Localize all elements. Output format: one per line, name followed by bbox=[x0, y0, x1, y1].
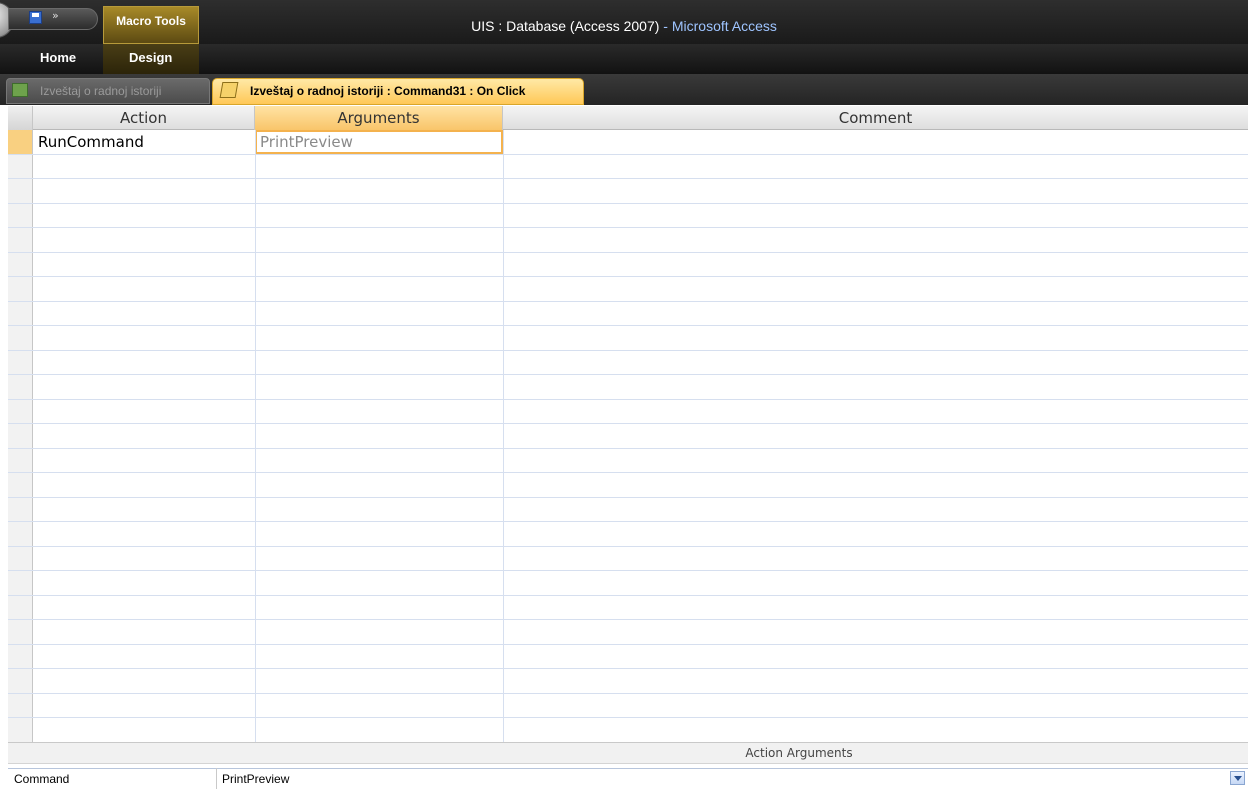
row-selector[interactable] bbox=[8, 252, 33, 276]
macro-design-grid: Action Arguments Comment RunCommand Print… bbox=[8, 106, 1248, 743]
row-selector[interactable] bbox=[8, 644, 33, 668]
table-row[interactable] bbox=[8, 522, 1248, 547]
row-selector[interactable] bbox=[8, 301, 33, 325]
row-selector[interactable] bbox=[8, 424, 33, 448]
action-arguments-title: Action Arguments bbox=[745, 746, 853, 760]
row-selector[interactable] bbox=[8, 718, 33, 742]
table-row[interactable] bbox=[8, 154, 1248, 179]
arguments-cell[interactable]: PrintPreview bbox=[260, 133, 353, 151]
window-title-document: UIS : Database (Access 2007) bbox=[471, 18, 660, 34]
document-tab-report-label: Izveštaj o radnoj istoriji bbox=[40, 84, 162, 98]
table-row[interactable]: RunCommand PrintPreview bbox=[8, 130, 1248, 155]
column-header-comment[interactable]: Comment bbox=[503, 106, 1248, 130]
row-selector[interactable] bbox=[8, 522, 33, 546]
table-row[interactable] bbox=[8, 718, 1248, 743]
macro-icon bbox=[219, 82, 239, 98]
row-selector[interactable] bbox=[8, 350, 33, 374]
column-divider bbox=[503, 130, 504, 742]
row-selector[interactable] bbox=[8, 473, 33, 497]
row-selector[interactable] bbox=[8, 448, 33, 472]
row-selector[interactable] bbox=[8, 375, 33, 399]
table-row[interactable] bbox=[8, 620, 1248, 645]
row-selector[interactable] bbox=[8, 546, 33, 570]
row-selector[interactable] bbox=[8, 203, 33, 227]
action-argument-label-command: Command bbox=[14, 772, 70, 786]
action-argument-separator bbox=[216, 768, 217, 789]
row-selector[interactable] bbox=[8, 130, 33, 154]
report-icon bbox=[12, 83, 28, 97]
table-row[interactable] bbox=[8, 301, 1248, 326]
table-row[interactable] bbox=[8, 424, 1248, 449]
column-header-arguments[interactable]: Arguments bbox=[255, 106, 503, 130]
row-selector[interactable] bbox=[8, 669, 33, 693]
table-row[interactable] bbox=[8, 203, 1248, 228]
table-row[interactable] bbox=[8, 350, 1248, 375]
row-selector[interactable] bbox=[8, 154, 33, 178]
table-row[interactable] bbox=[8, 375, 1248, 400]
table-row[interactable] bbox=[8, 644, 1248, 669]
table-row[interactable] bbox=[8, 399, 1248, 424]
document-tab-macro-label: Izveštaj o radnoj istoriji : Command31 :… bbox=[250, 84, 526, 98]
row-selector[interactable] bbox=[8, 326, 33, 350]
command-select[interactable]: PrintPreview bbox=[222, 772, 289, 786]
tab-home[interactable]: Home bbox=[40, 50, 76, 65]
window-title: UIS : Database (Access 2007) - Microsoft… bbox=[0, 18, 1248, 34]
select-all-corner[interactable] bbox=[8, 106, 33, 130]
row-selector[interactable] bbox=[8, 277, 33, 301]
action-cell[interactable]: RunCommand bbox=[38, 133, 144, 151]
column-divider bbox=[255, 130, 256, 742]
table-row[interactable] bbox=[8, 497, 1248, 522]
table-row[interactable] bbox=[8, 669, 1248, 694]
table-row[interactable] bbox=[8, 277, 1248, 302]
row-selector[interactable] bbox=[8, 595, 33, 619]
chevron-down-icon[interactable] bbox=[1230, 771, 1245, 785]
grid-header: Action Arguments Comment bbox=[8, 106, 1248, 130]
window-title-separator: - bbox=[663, 18, 668, 34]
table-row[interactable] bbox=[8, 693, 1248, 718]
row-selector[interactable] bbox=[8, 497, 33, 521]
column-header-action[interactable]: Action bbox=[33, 106, 255, 130]
row-selector[interactable] bbox=[8, 693, 33, 717]
tab-design[interactable]: Design bbox=[129, 50, 172, 65]
table-row[interactable] bbox=[8, 252, 1248, 277]
table-row[interactable] bbox=[8, 179, 1248, 204]
row-selector[interactable] bbox=[8, 399, 33, 423]
table-row[interactable] bbox=[8, 595, 1248, 620]
table-row[interactable] bbox=[8, 571, 1248, 596]
table-row[interactable] bbox=[8, 473, 1248, 498]
row-selector[interactable] bbox=[8, 179, 33, 203]
table-row[interactable] bbox=[8, 326, 1248, 351]
table-row[interactable] bbox=[8, 448, 1248, 473]
action-argument-row bbox=[8, 768, 1248, 789]
window-title-app: Microsoft Access bbox=[671, 18, 777, 34]
row-selector[interactable] bbox=[8, 620, 33, 644]
table-row[interactable] bbox=[8, 228, 1248, 253]
row-selector[interactable] bbox=[8, 228, 33, 252]
table-row[interactable] bbox=[8, 546, 1248, 571]
row-selector[interactable] bbox=[8, 571, 33, 595]
